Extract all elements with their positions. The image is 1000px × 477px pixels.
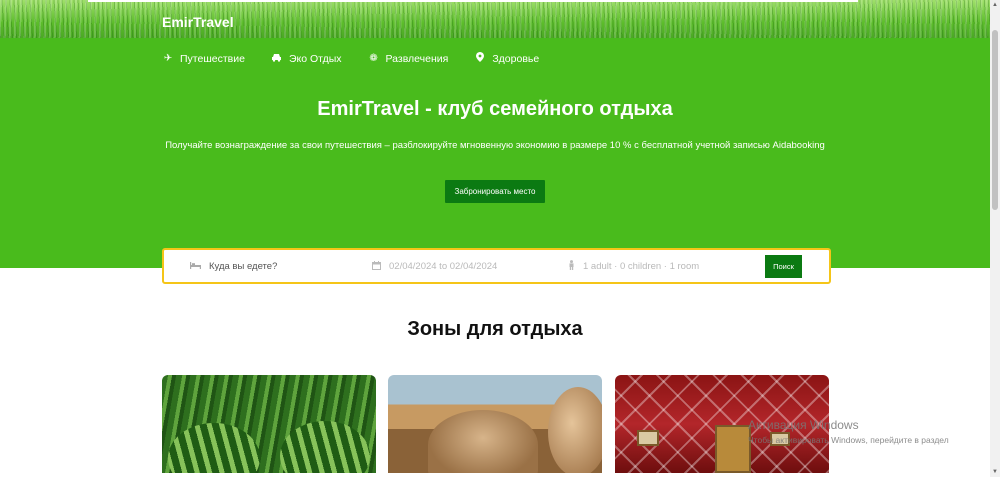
car-icon bbox=[271, 53, 283, 65]
entertainment-icon: ❁ bbox=[369, 53, 378, 64]
date-range-value: 02/04/2024 to 02/04/2024 bbox=[389, 260, 498, 272]
location-pin-icon bbox=[474, 52, 486, 65]
windows-activation-title: Активация Windows bbox=[748, 418, 859, 432]
yurt-decor bbox=[637, 430, 659, 446]
scrollbar-thumb[interactable] bbox=[992, 30, 998, 210]
hero-title: EmirTravel - клуб семейного отдыха bbox=[317, 98, 673, 120]
nav-item-health[interactable]: Здоровье bbox=[474, 52, 539, 65]
destination-field[interactable] bbox=[190, 250, 349, 282]
header-grass-banner: EmirTravel bbox=[0, 0, 990, 38]
airplane-icon: ✈ bbox=[163, 53, 173, 64]
date-range-field[interactable]: 02/04/2024 to 02/04/2024 bbox=[372, 250, 497, 282]
camel-image bbox=[428, 410, 538, 473]
book-place-button[interactable]: Забронировать место bbox=[445, 180, 545, 203]
nav-item-label: Эко Отдых bbox=[288, 52, 342, 65]
nav-item-label: Развлечения bbox=[385, 52, 449, 65]
zone-card-camel[interactable] bbox=[388, 375, 602, 473]
scroll-up-icon[interactable]: ▲ bbox=[990, 0, 1000, 10]
nav-item-entertainment[interactable]: ❁ Развлечения bbox=[368, 52, 449, 65]
destination-input[interactable] bbox=[209, 260, 349, 272]
calendar-icon bbox=[372, 260, 381, 272]
nav-item-label: Здоровье bbox=[492, 52, 540, 65]
search-bar: 02/04/2024 to 02/04/2024 1 adult · 0 chi… bbox=[162, 248, 831, 284]
site-logo[interactable]: EmirTravel bbox=[162, 14, 234, 30]
yurt-door bbox=[715, 425, 751, 473]
guests-value: 1 adult · 0 children · 1 room bbox=[583, 260, 700, 272]
zones-section-title: Зоны для отдыха bbox=[407, 318, 583, 340]
guests-field[interactable]: 1 adult · 0 children · 1 room bbox=[568, 250, 699, 282]
person-icon bbox=[568, 260, 575, 272]
windows-activation-subtitle: Чтобы активировать Windows, перейдите в … bbox=[748, 435, 949, 445]
nav-item-label: Путешествие bbox=[180, 52, 245, 65]
main-nav: ✈ Путешествие Эко Отдых ❁ Развлечения Зд… bbox=[162, 52, 539, 65]
camel-hump-image bbox=[548, 387, 602, 473]
zone-card-watermelon[interactable] bbox=[162, 375, 376, 473]
hero-subtitle: Получайте вознаграждение за свои путешес… bbox=[165, 140, 825, 151]
page-scrollbar[interactable]: ▲ ▼ bbox=[990, 0, 1000, 477]
search-button[interactable]: Поиск bbox=[765, 255, 802, 278]
nav-item-travel[interactable]: ✈ Путешествие bbox=[162, 52, 245, 65]
nav-item-eco[interactable]: Эко Отдых bbox=[271, 52, 342, 65]
watermelon-image bbox=[168, 423, 260, 473]
bed-icon bbox=[190, 261, 201, 271]
browser-edge-strip bbox=[88, 0, 858, 2]
watermelon-image bbox=[280, 421, 370, 473]
hero-section: ✈ Путешествие Эко Отдых ❁ Развлечения Зд… bbox=[0, 38, 990, 268]
scroll-down-icon[interactable]: ▼ bbox=[990, 467, 1000, 477]
